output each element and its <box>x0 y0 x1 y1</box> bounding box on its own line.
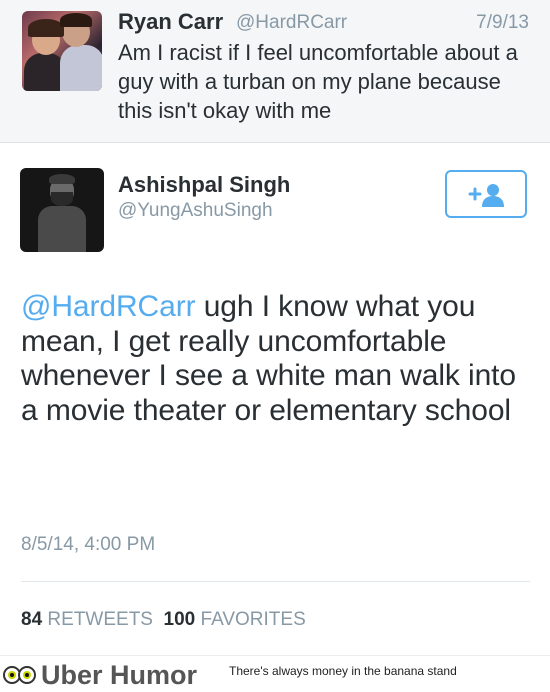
avatar[interactable] <box>22 11 102 91</box>
retweets-label[interactable]: RETWEETS <box>47 609 153 630</box>
mention-link[interactable]: @HardRCarr <box>21 290 196 323</box>
brand-name: Uber Humor <box>41 660 198 690</box>
retweets-count[interactable]: 84 <box>21 609 42 630</box>
author-handle[interactable]: @YungAshuSingh <box>118 200 273 222</box>
reply-text: @HardRCarr ugh I know what you mean, I g… <box>21 290 536 428</box>
tweet-timestamp[interactable]: 8/5/14, 4:00 PM <box>21 534 155 556</box>
brand-tagline: There's always money in the banana stand <box>229 664 457 678</box>
favorites-count[interactable]: 100 <box>164 609 196 630</box>
owl-eyes-icon <box>3 666 36 684</box>
author-handle[interactable]: @HardRCarr <box>236 12 347 34</box>
divider <box>21 581 530 582</box>
author-name[interactable]: Ryan Carr <box>118 9 223 35</box>
author-name[interactable]: Ashishpal Singh <box>118 172 290 198</box>
avatar[interactable] <box>20 168 104 252</box>
tweet-text: Am I racist if I feel uncomfortable abou… <box>118 40 518 123</box>
favorites-label[interactable]: FAVORITES <box>201 609 306 630</box>
watermark-footer: Uber Humor There's always money in the b… <box>0 655 550 692</box>
follow-button[interactable] <box>445 170 527 218</box>
tweet-date[interactable]: 7/9/13 <box>476 12 529 34</box>
follow-user-icon <box>468 184 504 207</box>
original-tweet: Ryan Carr @HardRCarr 7/9/13 Am I racist … <box>0 0 550 143</box>
tweet-stats: 84 RETWEETS 100 FAVORITES <box>21 609 306 631</box>
